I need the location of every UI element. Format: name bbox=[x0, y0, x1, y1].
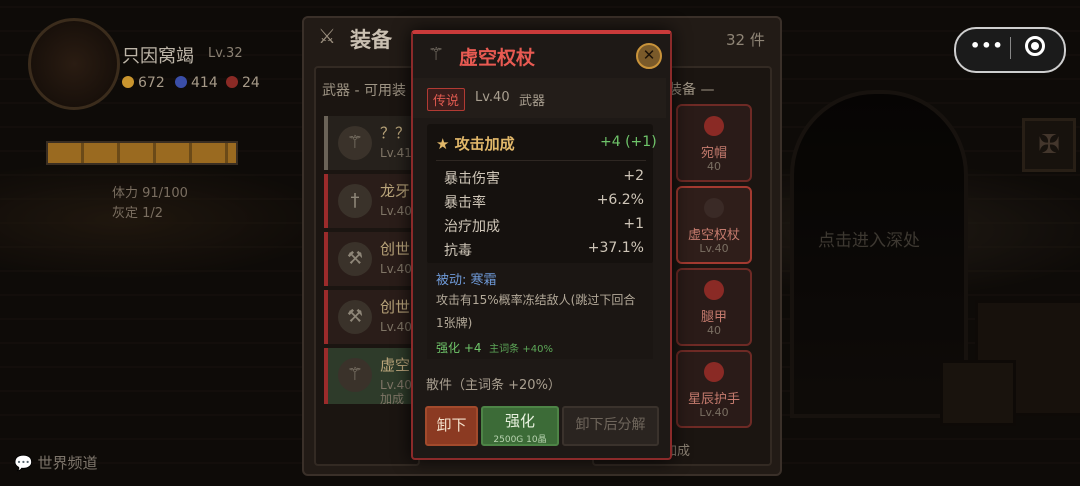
main-stat-label: ★ 攻击加成 bbox=[436, 135, 515, 153]
health-bar-fill bbox=[48, 143, 236, 163]
gem-value: 414 bbox=[191, 75, 218, 91]
item-level: Lv.40 bbox=[475, 90, 510, 105]
staff-icon: ⚚ bbox=[428, 44, 445, 65]
equipped-slot-gloves[interactable]: 星辰护手 Lv.40 bbox=[676, 350, 752, 428]
equipped-slot-helmet[interactable]: 宛帽 40 bbox=[676, 104, 752, 182]
weapon-card[interactable]: ⚒ 创世 Lv.40 bbox=[324, 232, 418, 286]
key-icon bbox=[226, 76, 238, 88]
weapon-level: Lv.40 bbox=[380, 320, 412, 334]
item-type: 武器 bbox=[519, 94, 546, 109]
passive-description: 攻击有15%概率冻结敌人(跳过下回合1张牌) bbox=[436, 293, 636, 330]
gem-stat: 414 bbox=[175, 75, 218, 91]
divider bbox=[436, 160, 646, 161]
item-title: 虚空权杖 bbox=[459, 47, 536, 69]
hammer-icon: ⚒ bbox=[338, 300, 372, 334]
weapon-card-selected[interactable]: ⚚ 虚空 Lv.40 加成 bbox=[324, 348, 418, 406]
key-value: 24 bbox=[242, 75, 260, 91]
item-count: 32 件 bbox=[726, 31, 765, 49]
stamina-text: 体力 91/100 bbox=[112, 186, 188, 201]
main-stat-value: +4 (+1) bbox=[600, 134, 657, 150]
weapon-level: Lv.40 bbox=[380, 262, 412, 276]
slot-level: 40 bbox=[707, 324, 721, 337]
enhance-button[interactable]: 强化 2500G 10晶 bbox=[481, 406, 559, 446]
health-bar bbox=[46, 141, 238, 165]
equipped-slot-legs[interactable]: 腿甲 40 bbox=[676, 268, 752, 346]
weapon-level: Lv.41 bbox=[380, 146, 412, 160]
stamina-text-2: 灰定 1/2 bbox=[112, 206, 164, 221]
stat-label: 暴击伤害 bbox=[444, 171, 500, 187]
gold-stat: 672 bbox=[122, 75, 165, 91]
weapon-list-title: 武器 - 可用装 bbox=[322, 83, 406, 99]
weapon-name: 龙牙 bbox=[380, 182, 411, 200]
unequip-button[interactable]: 卸下 bbox=[425, 406, 478, 446]
staff-icon bbox=[704, 198, 724, 218]
stat-label: 暴击率 bbox=[444, 195, 486, 211]
close-miniapp-icon[interactable] bbox=[1025, 36, 1045, 56]
slot-level: Lv.40 bbox=[699, 406, 729, 419]
equipped-list-title: 装备 — bbox=[668, 82, 715, 98]
close-button[interactable]: ✕ bbox=[636, 43, 662, 69]
enhance-info: 强化 +4 主词条 +40% bbox=[436, 339, 553, 356]
passive-title: 被动: 寒霜 bbox=[436, 273, 497, 288]
staff-icon: ⚚ bbox=[338, 126, 372, 160]
world-channel[interactable]: 💬 世界频道 bbox=[14, 452, 97, 473]
slot-name: 虚空权杖 bbox=[687, 228, 740, 243]
stat-value: +1 bbox=[623, 216, 644, 232]
weapon-name: 创世 bbox=[380, 298, 411, 316]
player-name: 只因窝竭 bbox=[122, 46, 194, 67]
weapon-name: ？？ bbox=[380, 124, 411, 142]
helmet-icon bbox=[704, 116, 724, 136]
enhance-button-label: 强化 bbox=[504, 412, 535, 430]
enhance-level: 强化 +4 bbox=[436, 341, 482, 355]
gauntlet-icon bbox=[704, 362, 724, 382]
capsule-divider bbox=[1010, 37, 1011, 59]
more-button[interactable]: ••• bbox=[970, 36, 1004, 55]
weapon-level: Lv.40 bbox=[380, 204, 412, 218]
weapon-card[interactable]: † 龙牙 Lv.40 bbox=[324, 174, 418, 228]
leg-armor-icon bbox=[704, 280, 724, 300]
stat-value: +6.2% bbox=[596, 192, 644, 208]
hammer-icon: ⚒ bbox=[338, 242, 372, 276]
stat-label: 抗毒 bbox=[444, 243, 472, 259]
sword-icon: † bbox=[338, 184, 372, 218]
slot-name: 腿甲 bbox=[700, 310, 727, 325]
slot-name: 星辰护手 bbox=[687, 392, 740, 407]
weapon-name: 虚空 bbox=[380, 356, 411, 374]
gem-icon bbox=[175, 76, 187, 88]
stat-value: +2 bbox=[623, 168, 644, 184]
gold-coin-icon bbox=[122, 76, 134, 88]
enhance-note: 主词条 +40% bbox=[489, 344, 553, 355]
avatar[interactable] bbox=[28, 18, 120, 110]
weapon-card[interactable]: ⚒ 创世 Lv.40 bbox=[324, 290, 418, 344]
loose-piece-info: 散件（主词条 +20%） bbox=[426, 378, 561, 393]
player-level: Lv.32 bbox=[208, 46, 243, 61]
slot-level: 40 bbox=[707, 160, 721, 173]
panel-title: 装备 bbox=[350, 28, 392, 52]
rarity-badge: 传说 bbox=[427, 88, 466, 111]
chat-bubble-icon: 💬 bbox=[14, 454, 33, 472]
key-stat: 24 bbox=[226, 75, 260, 91]
staff-icon: ⚚ bbox=[338, 358, 372, 392]
close-icon: ✕ bbox=[642, 46, 656, 64]
equipped-slot-weapon[interactable]: 虚空权杖 Lv.40 bbox=[676, 186, 752, 264]
weapon-card[interactable]: ⚚ ？？ Lv.41 bbox=[324, 116, 418, 170]
gold-value: 672 bbox=[138, 75, 165, 91]
enhance-cost: 2500G 10晶 bbox=[493, 435, 547, 445]
weapon-extra: 加成 bbox=[380, 392, 405, 406]
slot-name: 宛帽 bbox=[700, 146, 727, 161]
stat-value: +37.1% bbox=[587, 240, 644, 256]
weapon-name: 创世 bbox=[380, 240, 411, 258]
stat-label: 治疗加成 bbox=[444, 219, 500, 235]
stamina-info: 体力 91/100 灰定 1/2 bbox=[112, 184, 188, 224]
world-channel-label: 世界频道 bbox=[37, 454, 98, 472]
unequip-decompose-button[interactable]: 卸下后分解 bbox=[562, 406, 659, 446]
slot-level: Lv.40 bbox=[699, 242, 729, 255]
equipment-icon: ⚔ bbox=[318, 24, 336, 48]
